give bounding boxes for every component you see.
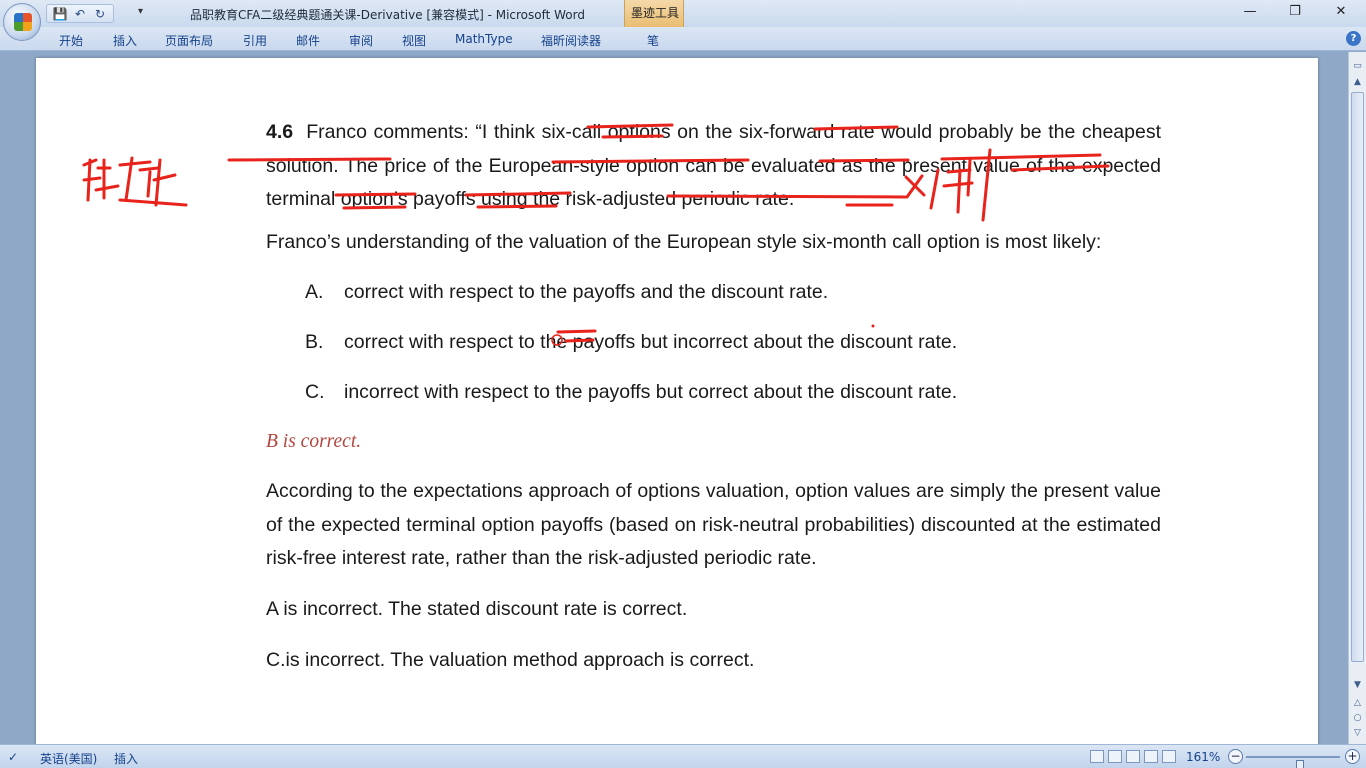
zoom-slider[interactable] bbox=[1246, 756, 1340, 768]
note-a: A is incorrect. The stated discount rate… bbox=[266, 597, 688, 620]
ribbon-tabs: 开始 插入 页面布局 引用 邮件 审阅 视图 MathType 福昕阅读器 笔 … bbox=[0, 27, 1366, 51]
scroll-up-icon[interactable]: ▲ bbox=[1351, 76, 1364, 89]
web-layout-view-icon[interactable] bbox=[1126, 750, 1140, 763]
option-label: B. bbox=[305, 331, 324, 353]
language-indicator[interactable]: 英语(美国) bbox=[40, 750, 97, 767]
zoom-slider-thumb[interactable] bbox=[1295, 760, 1304, 768]
tab-review[interactable]: 审阅 bbox=[349, 32, 373, 49]
select-browse-object-icon[interactable]: ○ bbox=[1351, 712, 1364, 725]
tab-page-layout[interactable]: 页面布局 bbox=[165, 32, 213, 49]
split-icon[interactable]: ▭ bbox=[1351, 60, 1364, 73]
next-page-icon[interactable]: ▽ bbox=[1351, 727, 1364, 740]
outline-view-icon[interactable] bbox=[1144, 750, 1158, 763]
document-page[interactable]: 4.6 Franco comments: “I think six-call o… bbox=[36, 58, 1318, 758]
close-button[interactable]: ✕ bbox=[1331, 4, 1351, 22]
option-a: A. correct with respect to the payoffs a… bbox=[266, 275, 1161, 309]
question-number: 4.6 bbox=[266, 121, 294, 143]
quick-access-toolbar: 💾 ↶ ↻ bbox=[46, 4, 114, 23]
tab-references[interactable]: 引用 bbox=[243, 32, 267, 49]
scrollbar-thumb[interactable] bbox=[1351, 92, 1364, 662]
minimize-button[interactable]: — bbox=[1240, 4, 1260, 22]
tab-foxit-reader[interactable]: 福昕阅读器 bbox=[541, 32, 601, 49]
tab-pen[interactable]: 笔 bbox=[647, 32, 659, 49]
help-icon[interactable]: ? bbox=[1346, 31, 1361, 46]
title-bar: 💾 ↶ ↻ ▾ 品职教育CFA二级经典题通关课-Derivative [兼容模式… bbox=[0, 0, 1366, 27]
document-area: 4.6 Franco comments: “I think six-call o… bbox=[0, 52, 1348, 758]
customize-toolbar-button[interactable]: ▾ bbox=[138, 6, 143, 17]
page-content: 4.6 Franco comments: “I think six-call o… bbox=[266, 116, 1161, 677]
answer-text: B is correct. bbox=[266, 431, 362, 452]
ink-tools-label: 墨迹工具 bbox=[631, 6, 680, 20]
zoom-out-icon[interactable]: − bbox=[1228, 749, 1243, 764]
full-screen-reading-view-icon[interactable] bbox=[1108, 750, 1122, 763]
option-text: incorrect with respect to the payoffs bu… bbox=[344, 381, 958, 403]
option-text: correct with respect to the payoffs and … bbox=[344, 281, 829, 303]
zoom-in-icon[interactable]: + bbox=[1345, 749, 1360, 764]
window-title: 品职教育CFA二级经典题通关课-Derivative [兼容模式] - Micr… bbox=[190, 8, 585, 22]
redo-icon[interactable]: ↻ bbox=[92, 7, 108, 21]
note-c: C.is incorrect. The valuation method app… bbox=[266, 648, 755, 671]
tab-mathtype[interactable]: MathType bbox=[455, 32, 513, 46]
tab-home[interactable]: 开始 bbox=[59, 32, 83, 49]
office-logo-icon bbox=[14, 13, 32, 31]
office-button[interactable] bbox=[3, 3, 41, 41]
option-label: A. bbox=[305, 281, 324, 303]
maximize-button[interactable]: ❐ bbox=[1285, 4, 1305, 22]
question-prompt: Franco’s understanding of the valuation … bbox=[266, 230, 1102, 253]
undo-icon[interactable]: ↶ bbox=[72, 7, 88, 21]
zoom-level[interactable]: 161% bbox=[1186, 750, 1220, 764]
previous-page-icon[interactable]: △ bbox=[1351, 697, 1364, 710]
option-c: C. incorrect with respect to the payoffs… bbox=[266, 375, 1161, 409]
tab-mailings[interactable]: 邮件 bbox=[296, 32, 320, 49]
status-bar: ✓ 英语(美国) 插入 161% − + bbox=[0, 744, 1366, 768]
tab-insert[interactable]: 插入 bbox=[113, 32, 137, 49]
ink-tools-contextual-tab: 墨迹工具 bbox=[624, 0, 684, 27]
option-text: correct with respect to the payoffs but … bbox=[344, 331, 958, 353]
scroll-down-icon[interactable]: ▼ bbox=[1351, 679, 1364, 692]
save-icon[interactable]: 💾 bbox=[52, 7, 68, 21]
option-label: C. bbox=[305, 381, 325, 403]
insert-mode-indicator[interactable]: 插入 bbox=[114, 750, 138, 767]
option-b: B. correct with respect to the payoffs b… bbox=[266, 325, 1161, 359]
question-paragraph: 4.6 Franco comments: “I think six-call o… bbox=[266, 116, 1161, 217]
tab-view[interactable]: 视图 bbox=[402, 32, 426, 49]
draft-view-icon[interactable] bbox=[1162, 750, 1176, 763]
spelling-check-icon[interactable]: ✓ bbox=[8, 750, 18, 764]
question-text: Franco comments: “I think six-call optio… bbox=[266, 121, 1161, 210]
explanation-paragraph: According to the expectations approach o… bbox=[266, 480, 1161, 569]
print-layout-view-icon[interactable] bbox=[1090, 750, 1104, 763]
vertical-scrollbar[interactable]: ▭ ▲ ▼ △ ○ ▽ bbox=[1348, 52, 1366, 744]
